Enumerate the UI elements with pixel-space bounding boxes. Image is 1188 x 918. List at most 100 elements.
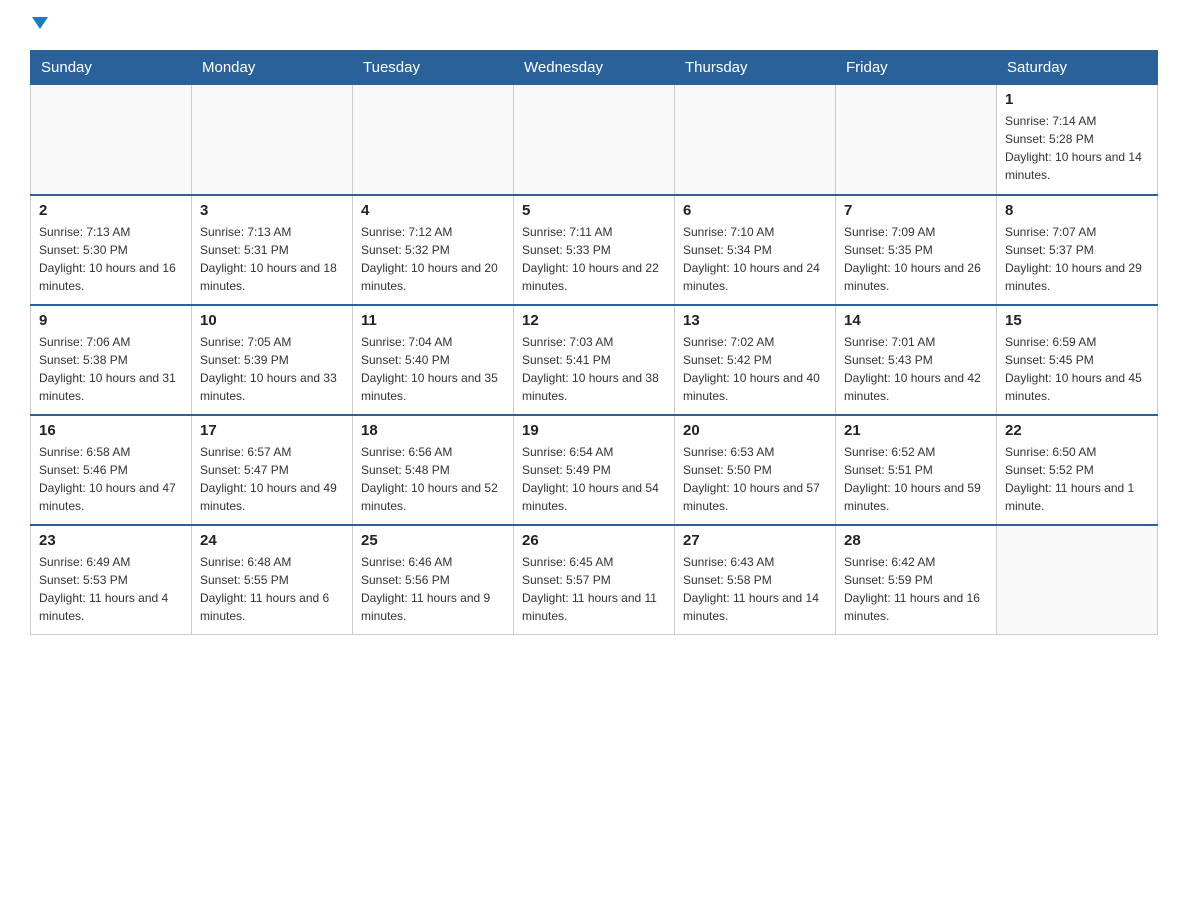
day-info: Sunrise: 7:10 AM Sunset: 5:34 PM Dayligh… [683,223,827,295]
day-number: 10 [200,312,344,329]
calendar-cell [675,85,836,195]
day-number: 28 [844,532,988,549]
day-number: 21 [844,422,988,439]
calendar-cell: 18 Sunrise: 6:56 AM Sunset: 5:48 PM Dayli… [353,415,514,525]
day-number: 16 [39,422,183,439]
calendar-cell: 3 Sunrise: 7:13 AM Sunset: 5:31 PM Daylig… [192,195,353,305]
day-number: 6 [683,202,827,219]
calendar-cell [997,525,1158,635]
calendar-cell: 5 Sunrise: 7:11 AM Sunset: 5:33 PM Daylig… [514,195,675,305]
calendar-cell: 26 Sunrise: 6:45 AM Sunset: 5:57 PM Dayli… [514,525,675,635]
day-number: 22 [1005,422,1149,439]
day-info: Sunrise: 6:43 AM Sunset: 5:58 PM Dayligh… [683,553,827,625]
day-info: Sunrise: 6:49 AM Sunset: 5:53 PM Dayligh… [39,553,183,625]
day-info: Sunrise: 6:45 AM Sunset: 5:57 PM Dayligh… [522,553,666,625]
logo-triangle-icon [32,17,48,29]
day-number: 20 [683,422,827,439]
page-header [30,20,1158,32]
day-number: 3 [200,202,344,219]
day-number: 4 [361,202,505,219]
day-number: 27 [683,532,827,549]
calendar-cell: 12 Sunrise: 7:03 AM Sunset: 5:41 PM Dayli… [514,305,675,415]
calendar-cell [836,85,997,195]
day-info: Sunrise: 7:04 AM Sunset: 5:40 PM Dayligh… [361,333,505,405]
day-number: 1 [1005,91,1149,108]
day-info: Sunrise: 6:42 AM Sunset: 5:59 PM Dayligh… [844,553,988,625]
day-number: 17 [200,422,344,439]
calendar-cell: 17 Sunrise: 6:57 AM Sunset: 5:47 PM Dayli… [192,415,353,525]
calendar-cell: 4Sunrise: 7:12 AM Sunset: 5:32 PM Daylig… [353,195,514,305]
day-info: Sunrise: 6:54 AM Sunset: 5:49 PM Dayligh… [522,443,666,515]
calendar-cell [353,85,514,195]
day-info: Sunrise: 6:48 AM Sunset: 5:55 PM Dayligh… [200,553,344,625]
calendar-cell: 14 Sunrise: 7:01 AM Sunset: 5:43 PM Dayli… [836,305,997,415]
day-info: Sunrise: 7:03 AM Sunset: 5:41 PM Dayligh… [522,333,666,405]
day-number: 18 [361,422,505,439]
weekday-header-monday: Monday [192,51,353,85]
weekday-header-friday: Friday [836,51,997,85]
day-number: 19 [522,422,666,439]
day-number: 2 [39,202,183,219]
calendar-cell: 21 Sunrise: 6:52 AM Sunset: 5:51 PM Dayli… [836,415,997,525]
calendar-cell [192,85,353,195]
logo [30,20,48,32]
day-number: 13 [683,312,827,329]
day-number: 25 [361,532,505,549]
calendar-cell: 22 Sunrise: 6:50 AM Sunset: 5:52 PM Dayli… [997,415,1158,525]
calendar-cell: 9Sunrise: 7:06 AM Sunset: 5:38 PM Daylig… [31,305,192,415]
day-info: Sunrise: 7:01 AM Sunset: 5:43 PM Dayligh… [844,333,988,405]
calendar-week-row: 2 Sunrise: 7:13 AM Sunset: 5:30 PM Daylig… [31,195,1158,305]
calendar-cell: 2 Sunrise: 7:13 AM Sunset: 5:30 PM Daylig… [31,195,192,305]
day-info: Sunrise: 7:07 AM Sunset: 5:37 PM Dayligh… [1005,223,1149,295]
weekday-header-tuesday: Tuesday [353,51,514,85]
calendar-cell: 13Sunrise: 7:02 AM Sunset: 5:42 PM Dayli… [675,305,836,415]
weekday-header-saturday: Saturday [997,51,1158,85]
day-number: 7 [844,202,988,219]
calendar-cell: 20 Sunrise: 6:53 AM Sunset: 5:50 PM Dayli… [675,415,836,525]
day-info: Sunrise: 6:57 AM Sunset: 5:47 PM Dayligh… [200,443,344,515]
day-info: Sunrise: 6:59 AM Sunset: 5:45 PM Dayligh… [1005,333,1149,405]
day-info: Sunrise: 7:06 AM Sunset: 5:38 PM Dayligh… [39,333,183,405]
day-info: Sunrise: 7:11 AM Sunset: 5:33 PM Dayligh… [522,223,666,295]
calendar-cell: 23 Sunrise: 6:49 AM Sunset: 5:53 PM Dayli… [31,525,192,635]
day-info: Sunrise: 6:50 AM Sunset: 5:52 PM Dayligh… [1005,443,1149,515]
day-info: Sunrise: 6:53 AM Sunset: 5:50 PM Dayligh… [683,443,827,515]
day-info: Sunrise: 7:05 AM Sunset: 5:39 PM Dayligh… [200,333,344,405]
day-number: 26 [522,532,666,549]
calendar-cell: 28 Sunrise: 6:42 AM Sunset: 5:59 PM Dayli… [836,525,997,635]
day-info: Sunrise: 7:13 AM Sunset: 5:31 PM Dayligh… [200,223,344,295]
calendar-table: SundayMondayTuesdayWednesdayThursdayFrid… [30,50,1158,635]
day-number: 23 [39,532,183,549]
calendar-cell: 11Sunrise: 7:04 AM Sunset: 5:40 PM Dayli… [353,305,514,415]
calendar-cell: 6 Sunrise: 7:10 AM Sunset: 5:34 PM Daylig… [675,195,836,305]
calendar-cell: 7Sunrise: 7:09 AM Sunset: 5:35 PM Daylig… [836,195,997,305]
day-number: 12 [522,312,666,329]
calendar-cell: 15 Sunrise: 6:59 AM Sunset: 5:45 PM Dayli… [997,305,1158,415]
calendar-cell: 25 Sunrise: 6:46 AM Sunset: 5:56 PM Dayli… [353,525,514,635]
weekday-header-thursday: Thursday [675,51,836,85]
calendar-week-row: 16 Sunrise: 6:58 AM Sunset: 5:46 PM Dayli… [31,415,1158,525]
day-number: 24 [200,532,344,549]
day-number: 14 [844,312,988,329]
calendar-header-row: SundayMondayTuesdayWednesdayThursdayFrid… [31,51,1158,85]
day-info: Sunrise: 6:56 AM Sunset: 5:48 PM Dayligh… [361,443,505,515]
calendar-cell: 16 Sunrise: 6:58 AM Sunset: 5:46 PM Dayli… [31,415,192,525]
day-info: Sunrise: 6:58 AM Sunset: 5:46 PM Dayligh… [39,443,183,515]
calendar-week-row: 9Sunrise: 7:06 AM Sunset: 5:38 PM Daylig… [31,305,1158,415]
calendar-cell: 1 Sunrise: 7:14 AM Sunset: 5:28 PM Daylig… [997,85,1158,195]
calendar-cell [31,85,192,195]
calendar-week-row: 1 Sunrise: 7:14 AM Sunset: 5:28 PM Daylig… [31,85,1158,195]
day-info: Sunrise: 6:46 AM Sunset: 5:56 PM Dayligh… [361,553,505,625]
calendar-cell: 27 Sunrise: 6:43 AM Sunset: 5:58 PM Dayli… [675,525,836,635]
day-info: Sunrise: 6:52 AM Sunset: 5:51 PM Dayligh… [844,443,988,515]
weekday-header-sunday: Sunday [31,51,192,85]
calendar-cell: 8Sunrise: 7:07 AM Sunset: 5:37 PM Daylig… [997,195,1158,305]
calendar-cell: 10 Sunrise: 7:05 AM Sunset: 5:39 PM Dayli… [192,305,353,415]
weekday-header-wednesday: Wednesday [514,51,675,85]
day-info: Sunrise: 7:14 AM Sunset: 5:28 PM Dayligh… [1005,112,1149,184]
day-number: 5 [522,202,666,219]
calendar-cell [514,85,675,195]
day-info: Sunrise: 7:13 AM Sunset: 5:30 PM Dayligh… [39,223,183,295]
calendar-cell: 19 Sunrise: 6:54 AM Sunset: 5:49 PM Dayli… [514,415,675,525]
day-number: 15 [1005,312,1149,329]
